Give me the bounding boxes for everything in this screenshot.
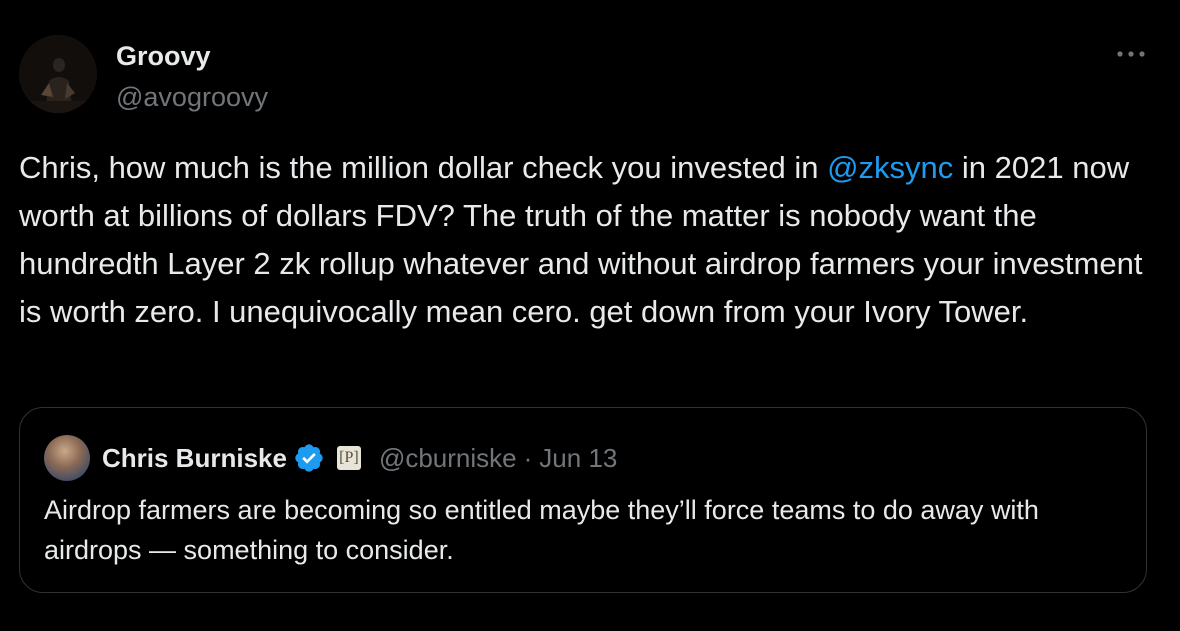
mention-link[interactable]: @zksync (827, 150, 953, 185)
quoted-author-avatar[interactable] (44, 435, 90, 481)
tweet-post: Groovy @avogroovy Chris, how much is the… (0, 0, 1180, 631)
quoted-tweet-date[interactable]: Jun 13 (539, 443, 617, 474)
quoted-author-name[interactable]: Chris Burniske (102, 443, 287, 474)
avatar-photo (19, 35, 97, 113)
affiliate-badge-icon[interactable]: [P] (336, 446, 361, 470)
tweet-text-part-1: Chris, how much is the million dollar ch… (19, 150, 828, 185)
tweet-text: Chris, how much is the million dollar ch… (19, 144, 1149, 336)
quoted-tweet-card[interactable]: Chris Burniske [P] @cburniske · Jun 13 A… (19, 407, 1147, 593)
quoted-tweet-header: Chris Burniske [P] @cburniske · Jun 13 (44, 432, 617, 484)
more-options-button[interactable] (1108, 36, 1154, 72)
verified-badge-icon (295, 444, 323, 472)
author-avatar[interactable] (19, 35, 97, 113)
quoted-author-handle[interactable]: @cburniske (379, 443, 517, 474)
author-handle[interactable]: @avogroovy (116, 79, 268, 115)
more-horizontal-icon (1117, 51, 1145, 57)
header-separator: · (523, 442, 533, 473)
quoted-tweet-text: Airdrop farmers are becoming so entitled… (44, 495, 1039, 565)
author-name[interactable]: Groovy (116, 38, 211, 74)
